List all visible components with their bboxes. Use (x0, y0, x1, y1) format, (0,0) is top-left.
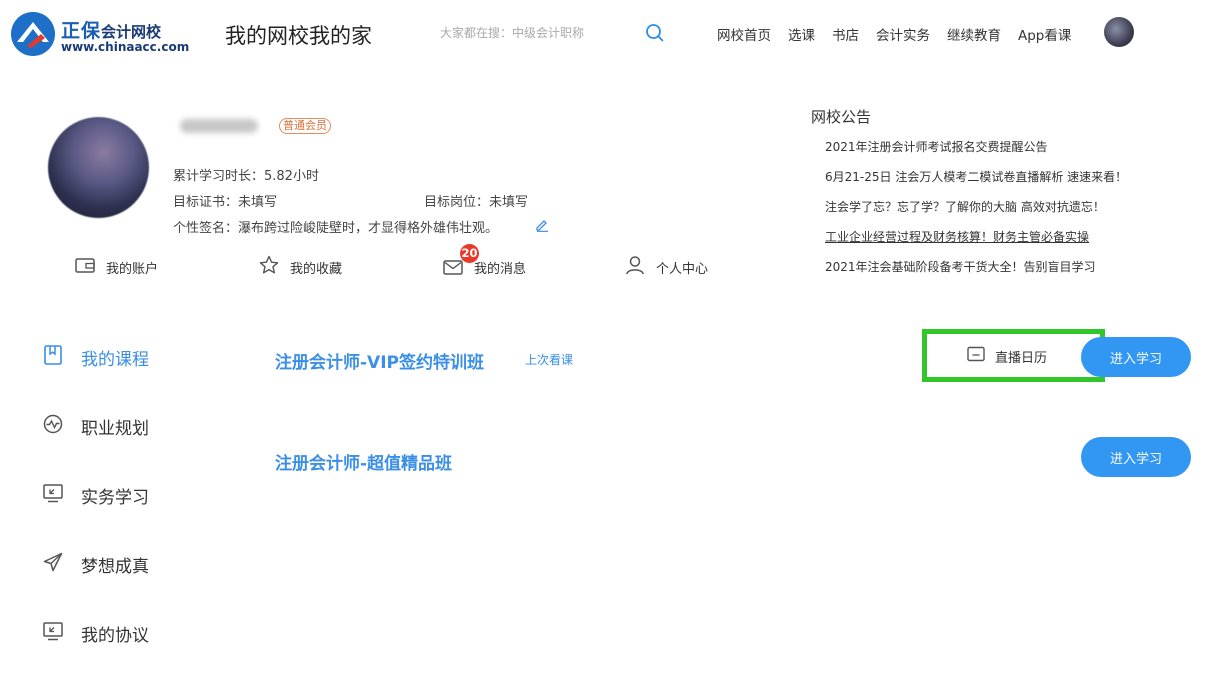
my-account-label: 我的账户 (106, 261, 159, 277)
side-label-my-courses: 我的课程 (81, 349, 149, 370)
side-item-agreement[interactable]: 我的协议 (42, 618, 149, 648)
my-account-link[interactable]: 我的账户 (74, 254, 158, 280)
side-item-practice[interactable]: 实务学习 (42, 480, 149, 510)
profile-avatar[interactable] (48, 117, 149, 218)
announcement-item[interactable]: 工业企业经营过程及财务核算！财务主管必备实操 (825, 228, 1127, 258)
my-favorites-label: 我的收藏 (290, 261, 343, 277)
course-title-vip[interactable]: 注册会计师-VIP签约特训班 (275, 348, 484, 373)
my-messages-label: 我的消息 (474, 261, 527, 277)
logo-url-text: www.chinaacc.com (61, 40, 190, 54)
logo-emblem-icon (11, 12, 55, 56)
announcement-item[interactable]: 注会学了忘？忘了学？了解你的大脑 高效对抗遗忘！ (825, 198, 1127, 228)
user-icon (624, 254, 646, 280)
nav-select-course[interactable]: 选课 (788, 24, 815, 44)
enter-study-button[interactable]: 进入学习 (1081, 337, 1191, 377)
nav-bookstore[interactable]: 书店 (832, 24, 859, 44)
site-slogan: 我的网校我的家 (225, 24, 372, 48)
signature: 个性签名：瀑布跨过险峻陡壁时，才显得格外雄伟壮观。 (173, 221, 499, 236)
quick-links: 我的账户 我的收藏 20 我的消息 个人中心 (74, 244, 774, 282)
nav-continuing-education[interactable]: 继续教育 (947, 24, 1001, 44)
monitor-icon (42, 482, 64, 508)
monitor-icon (42, 620, 64, 646)
book-icon (42, 344, 64, 370)
search-icon[interactable] (644, 22, 666, 44)
target-job: 目标岗位：未填写 (424, 195, 529, 210)
announcement-item[interactable]: 2021年注会基础阶段备考干货大全！告别盲目学习 (825, 258, 1127, 288)
live-calendar-button[interactable]: 直播日历 (967, 345, 1047, 367)
announcement-item[interactable]: 2021年注册会计师考试报名交费提醒公告 (825, 138, 1127, 168)
user-avatar[interactable] (1104, 17, 1134, 47)
study-time: 累计学习时长：5.82小时 (173, 169, 319, 184)
enter-study-button[interactable]: 进入学习 (1081, 437, 1191, 477)
target-certificate: 目标证书：未填写 (173, 195, 278, 210)
my-messages-link[interactable]: 20 我的消息 (442, 244, 527, 282)
side-item-dream[interactable]: 梦想成真 (42, 549, 149, 579)
side-label-dream: 梦想成真 (81, 556, 149, 577)
message-count-badge: 20 (460, 244, 479, 263)
pulse-icon (42, 413, 64, 439)
calendar-icon (967, 346, 985, 366)
side-item-my-courses[interactable]: 我的课程 (42, 342, 149, 372)
username-blurred (180, 119, 258, 133)
logo-sub-text: 会计网校 (101, 23, 162, 41)
star-icon (258, 254, 280, 280)
announcements-title: 网校公告 (811, 108, 872, 126)
announcement-item[interactable]: 6月21-25日 注会万人模考二模试卷直播解析 速速来看！ (825, 168, 1127, 198)
site-logo[interactable]: 正保会计网校 www.chinaacc.com (11, 10, 191, 60)
wallet-icon (74, 254, 96, 280)
mail-icon (442, 260, 464, 282)
nav-app-courses[interactable]: App看课 (1018, 24, 1071, 44)
nav-accounting-practice[interactable]: 会计实务 (876, 24, 930, 44)
personal-center-label: 个人中心 (656, 261, 709, 277)
side-label-practice: 实务学习 (81, 487, 149, 508)
live-calendar-label: 直播日历 (995, 350, 1048, 366)
side-item-career-plan[interactable]: 职业规划 (42, 411, 149, 441)
side-label-agreement: 我的协议 (81, 625, 149, 646)
logo-brand-text: 正保 (61, 20, 102, 42)
announcements-list: 2021年注册会计师考试报名交费提醒公告 6月21-25日 注会万人模考二模试卷… (825, 138, 1127, 288)
paper-plane-icon (42, 551, 64, 577)
side-label-career-plan: 职业规划 (81, 418, 149, 439)
search-input[interactable] (440, 22, 640, 44)
personal-center-link[interactable]: 个人中心 (624, 254, 708, 280)
course-title-premium[interactable]: 注册会计师-超值精品班 (275, 449, 452, 474)
member-badge: 普通会员 (279, 118, 331, 134)
top-nav: 网校首页 选课 书店 会计实务 继续教育 App看课 (717, 24, 1088, 44)
edit-signature-icon[interactable] (535, 217, 549, 232)
nav-home[interactable]: 网校首页 (717, 24, 771, 44)
my-favorites-link[interactable]: 我的收藏 (258, 254, 342, 280)
last-watch-link[interactable]: 上次看课 (525, 351, 573, 368)
